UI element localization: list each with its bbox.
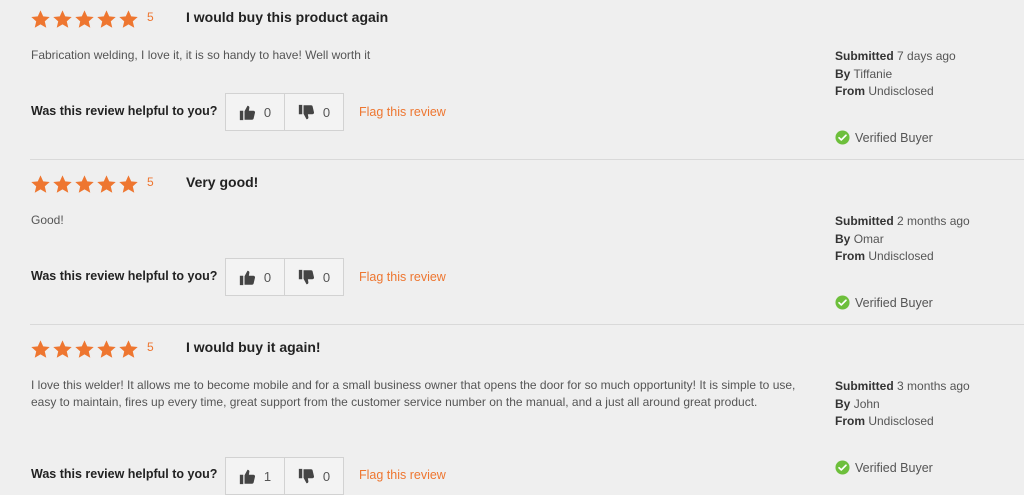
helpful-prompt: Was this review helpful to you? — [31, 269, 218, 283]
flag-review-link[interactable]: Flag this review — [359, 468, 446, 482]
helpful-yes-count: 0 — [263, 269, 272, 285]
helpful-no-button[interactable]: 0 — [284, 94, 343, 130]
verified-badge: Verified Buyer — [835, 460, 933, 475]
helpful-prompt: Was this review helpful to you? — [31, 104, 218, 118]
rating-number: 5 — [147, 340, 154, 354]
by-label: By — [835, 231, 851, 246]
helpful-yes-count: 1 — [263, 468, 272, 484]
star-icon — [74, 174, 95, 195]
star-icon — [96, 9, 117, 30]
verified-badge: Verified Buyer — [835, 130, 933, 145]
submitted-label: Submitted — [835, 214, 894, 228]
star-icon — [118, 9, 139, 30]
star-icon — [52, 174, 73, 195]
author-line: By John — [835, 396, 985, 414]
flag-review-link[interactable]: Flag this review — [359, 105, 446, 119]
submitted-line: Submitted 7 days ago — [835, 48, 985, 66]
author-line: By Omar — [835, 231, 985, 249]
helpful-no-count: 0 — [322, 104, 331, 120]
review-meta: Submitted 7 days ago By Tiffanie From Un… — [835, 48, 985, 101]
author-line: By Tiffanie — [835, 66, 985, 84]
submitted-value: 2 months ago — [897, 214, 970, 228]
helpful-no-count: 0 — [322, 468, 331, 484]
helpful-no-button[interactable]: 0 — [284, 259, 343, 295]
star-rating — [30, 339, 139, 361]
by-label: By — [835, 66, 851, 81]
check-circle-icon — [835, 130, 850, 145]
by-label: By — [835, 396, 851, 411]
helpful-vote-group: 0 0 — [225, 93, 344, 131]
star-icon — [96, 339, 117, 360]
thumbs-up-icon — [239, 269, 256, 286]
from-label: From — [835, 414, 865, 428]
author-location: Undisclosed — [868, 414, 934, 428]
review-title: Very good! — [186, 174, 259, 190]
star-icon — [96, 174, 117, 195]
star-icon — [30, 9, 51, 30]
submitted-value: 3 months ago — [897, 379, 970, 393]
review-body: I love this welder! It allows me to beco… — [31, 378, 796, 409]
author-name: Tiffanie — [853, 66, 893, 81]
review-title: I would buy it again! — [186, 339, 321, 355]
review-divider — [30, 324, 1024, 325]
review-card: 5 I would buy it again! I love this weld… — [0, 330, 1024, 495]
thumbs-down-icon — [298, 104, 315, 121]
helpful-vote-group: 0 0 — [225, 258, 344, 296]
review-card: 5 Very good! Good! Was this review helpf… — [0, 165, 1024, 325]
review-title: I would buy this product again — [186, 9, 389, 25]
submitted-line: Submitted 2 months ago — [835, 213, 985, 231]
from-label: From — [835, 249, 865, 263]
star-icon — [52, 9, 73, 30]
verified-badge: Verified Buyer — [835, 295, 933, 310]
review-meta: Submitted 3 months ago By John From Undi… — [835, 378, 985, 431]
star-icon — [74, 339, 95, 360]
star-icon — [30, 174, 51, 195]
check-circle-icon — [835, 460, 850, 475]
star-rating — [30, 9, 139, 31]
star-icon — [52, 339, 73, 360]
review-meta: Submitted 2 months ago By Omar From Undi… — [835, 213, 985, 266]
verified-label: Verified Buyer — [855, 295, 933, 310]
helpful-no-button[interactable]: 0 — [284, 458, 343, 494]
thumbs-down-icon — [298, 269, 315, 286]
review-body: Fabrication welding, I love it, it is so… — [31, 48, 371, 62]
flag-review-link[interactable]: Flag this review — [359, 270, 446, 284]
helpful-no-count: 0 — [322, 269, 331, 285]
helpful-vote-group: 1 0 — [225, 457, 344, 495]
thumbs-up-icon — [239, 104, 256, 121]
author-location: Undisclosed — [868, 249, 934, 263]
submitted-value: 7 days ago — [897, 49, 956, 63]
author-name: Omar — [853, 231, 884, 246]
helpful-prompt: Was this review helpful to you? — [31, 467, 218, 481]
thumbs-up-icon — [239, 468, 256, 485]
star-icon — [30, 339, 51, 360]
helpful-yes-button[interactable]: 0 — [226, 94, 284, 130]
submitted-label: Submitted — [835, 49, 894, 63]
rating-number: 5 — [147, 10, 154, 24]
review-body: Good! — [31, 213, 64, 227]
review-card: 5 I would buy this product again Fabrica… — [0, 0, 1024, 160]
submitted-label: Submitted — [835, 379, 894, 393]
helpful-yes-count: 0 — [263, 104, 272, 120]
rating-number: 5 — [147, 175, 154, 189]
verified-label: Verified Buyer — [855, 460, 933, 475]
star-rating — [30, 174, 139, 196]
check-circle-icon — [835, 295, 850, 310]
thumbs-down-icon — [298, 468, 315, 485]
star-icon — [118, 174, 139, 195]
location-line: From Undisclosed — [835, 248, 985, 266]
author-location: Undisclosed — [868, 84, 934, 98]
review-divider — [30, 159, 1024, 160]
helpful-yes-button[interactable]: 0 — [226, 259, 284, 295]
star-icon — [74, 9, 95, 30]
submitted-line: Submitted 3 months ago — [835, 378, 985, 396]
from-label: From — [835, 84, 865, 98]
verified-label: Verified Buyer — [855, 130, 933, 145]
author-name: John — [853, 396, 880, 411]
location-line: From Undisclosed — [835, 83, 985, 101]
location-line: From Undisclosed — [835, 413, 985, 431]
star-icon — [118, 339, 139, 360]
helpful-yes-button[interactable]: 1 — [226, 458, 284, 494]
